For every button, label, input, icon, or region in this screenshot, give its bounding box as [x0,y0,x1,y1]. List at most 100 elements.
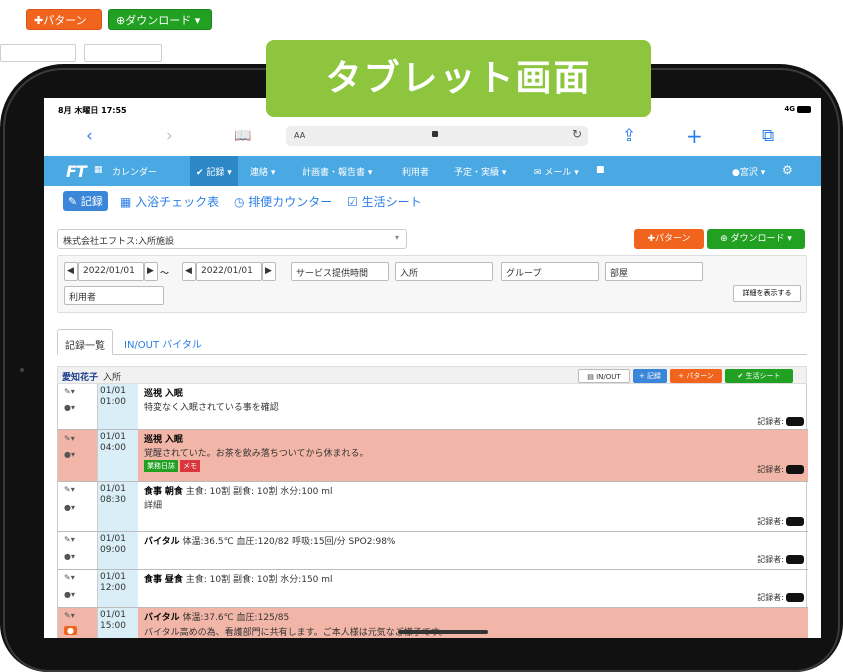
memo-tag: メモ [180,460,200,472]
tab-inout-vital[interactable]: IN/OUT バイタル [117,329,209,355]
record-title: 食事 朝食 主食: 10割 副食: 10割 水分:100 ml [144,487,333,497]
url-bar[interactable]: AA ↻ [286,126,588,146]
inout-button[interactable]: ▤ IN/OUT [578,369,630,383]
record-controls: ✎▾ ● [58,608,98,638]
record-title: 食事 昼食 主食: 10割 副食: 10割 水分:150 ml [144,575,333,585]
date-to-next-button[interactable]: ▶ [262,262,276,281]
bath-check-link[interactable]: ▦ 入浴チェック表 [120,193,219,210]
person-header: 愛知花子 入所 ▤ IN/OUT + 記録 + パターン ✔ 生活シート [57,366,807,384]
edit-icon[interactable]: ✎▾ [64,573,75,582]
text-size-button[interactable]: AA [294,131,305,140]
menu-mail[interactable]: ✉ メール ▾ [534,165,579,178]
bowel-counter-link[interactable]: ◷ 排便カウンター [234,193,332,210]
record-datetime: 01/01 04:00 [98,430,138,481]
date-from-next-button[interactable]: ▶ [144,262,158,281]
menu-record[interactable]: ✔ 記録 ▾ [190,156,238,186]
edit-icon[interactable]: ✎▾ [64,387,75,396]
new-tab-icon[interactable]: + [686,126,703,146]
record-datetime: 01/01 15:00 [98,608,138,638]
record-datetime: 01/01 01:00 [98,384,138,429]
record-controls: ✎▾ ●▾ [58,384,98,429]
video-icon[interactable]: ■ [596,165,605,175]
record-tab-button[interactable]: ✎ 記録 [63,191,108,211]
record-title: バイタル 体温:37.6℃ 血圧:125/85 [144,613,290,623]
tablet-screen-banner: タブレット画面 [266,40,651,117]
life-sheet-button[interactable]: ✔ 生活シート [725,369,793,383]
download-button[interactable]: ⊕ ダウンロード ▾ [707,229,805,249]
record-body: 詳細 [144,501,163,511]
pattern-button[interactable]: ✚パターン [634,229,704,249]
reload-icon[interactable]: ↻ [572,127,582,141]
app-logo[interactable]: FT [66,162,87,181]
record-datetime: 01/01 12:00 [98,570,138,607]
bg-pattern-button[interactable]: ✚パターン [26,9,102,30]
date-to-input[interactable]: 2022/01/01 [196,262,262,281]
edit-icon[interactable]: ✎▾ [64,611,75,620]
life-sheet-link[interactable]: ☑ 生活シート [347,193,422,210]
show-details-button[interactable]: 詳細を表示する [733,285,801,302]
record-list: ✎▾ ●▾ 01/01 01:00 巡視 入眠 特変なく入眠されている事を確認 記録… [57,384,808,638]
forward-icon[interactable]: › [166,126,173,146]
menu-plans-reports[interactable]: 計画書・報告書 ▾ [302,165,372,178]
lock-icon [432,131,438,137]
recorder: 記録者: [757,554,804,565]
recorder: 記録者: [757,592,804,603]
grid-menu-icon[interactable]: ▦ [94,165,103,175]
user-select[interactable]: 利用者 [64,286,164,305]
battery-icon [797,105,811,113]
range-tilde: ～ [160,269,170,279]
person-name[interactable]: 愛知花子 [62,370,98,383]
settings-icon[interactable]: ⚙ [782,163,793,177]
tabs-icon[interactable]: ⧉ [762,126,774,146]
facility-select[interactable]: 株式会社エフトス:入所施設 ▾ [57,229,407,249]
date-to-prev-button[interactable]: ◀ [182,262,196,281]
edit-icon[interactable]: ✎▾ [64,485,75,494]
comment-icon[interactable]: ● [64,626,77,635]
record-row[interactable]: ✎▾ ●▾ 01/01 01:00 巡視 入眠 特変なく入眠されている事を確認 記録… [58,384,808,430]
sub-navigation: ✎ 記録 ▦ 入浴チェック表 ◷ 排便カウンター ☑ 生活シート [44,186,821,212]
person-stay: 入所 [103,373,122,383]
comment-icon[interactable]: ●▾ [64,590,75,599]
comment-icon[interactable]: ●▾ [64,503,75,512]
record-row[interactable]: ✎▾ ●▾ 01/01 08:30 食事 朝食 主食: 10割 副食: 10割 水分… [58,482,808,532]
home-indicator [398,630,488,634]
add-record-button[interactable]: + 記録 [633,369,667,383]
tab-record-list[interactable]: 記録一覧 [57,329,113,355]
comment-icon[interactable]: ●▾ [64,552,75,561]
record-row[interactable]: ✎▾ ●▾ 01/01 12:00 食事 昼食 主食: 10割 副食: 10割 水分… [58,570,808,608]
bookmarks-icon[interactable]: 📖 [234,126,251,146]
record-row[interactable]: ✎▾ ●▾ 01/01 04:00 巡視 入眠 覚醒されていた。お茶を飲み落ちついて… [58,430,808,482]
comment-icon[interactable]: ●▾ [64,450,75,459]
status-time: 8月 木曜日 17:55 [58,106,127,115]
tablet-screen: 8月 木曜日 17:55 4G ‹ › 📖 AA ↻ ⇪ + ⧉ FT ▦ カレ… [44,98,821,638]
bg-input [0,44,76,62]
group-select[interactable]: グループ [501,262,599,281]
user-menu[interactable]: ●宮沢 ▾ [732,165,765,178]
record-datetime: 01/01 09:00 [98,532,138,569]
menu-contact[interactable]: 連絡 ▾ [250,165,275,178]
record-title: 巡視 入眠 [144,389,183,399]
date-from-input[interactable]: 2022/01/01 [78,262,144,281]
bg-input [84,44,162,62]
record-tags: 業務日誌 メモ [144,460,202,472]
record-controls: ✎▾ ●▾ [58,430,98,481]
share-icon[interactable]: ⇪ [622,126,636,146]
service-time-select[interactable]: サービス提供時間 [291,262,389,281]
edit-icon[interactable]: ✎▾ [64,434,75,443]
app-menubar: FT ▦ カレンダー ✔ 記録 ▾ 連絡 ▾ 計画書・報告書 ▾ 利用者 予定・… [44,156,821,186]
recorder: 記録者: [757,416,804,427]
date-from-prev-button[interactable]: ◀ [64,262,78,281]
menu-schedule[interactable]: 予定・実績 ▾ [454,165,506,178]
comment-icon[interactable]: ●▾ [64,403,75,412]
edit-icon[interactable]: ✎▾ [64,535,75,544]
menu-calendar[interactable]: カレンダー [112,165,157,178]
record-title: 巡視 入眠 [144,435,183,445]
clock-icon: ◷ [234,195,249,209]
stay-select[interactable]: 入所 [395,262,493,281]
bg-download-button[interactable]: ⊕ダウンロード ▾ [108,9,212,30]
record-row[interactable]: ✎▾ ●▾ 01/01 09:00 バイタル 体温:36.5℃ 血圧:120/82 … [58,532,808,570]
menu-users[interactable]: 利用者 [402,165,429,178]
room-select[interactable]: 部屋 [605,262,703,281]
back-icon[interactable]: ‹ [86,126,93,146]
add-pattern-button[interactable]: + パターン [670,369,722,383]
